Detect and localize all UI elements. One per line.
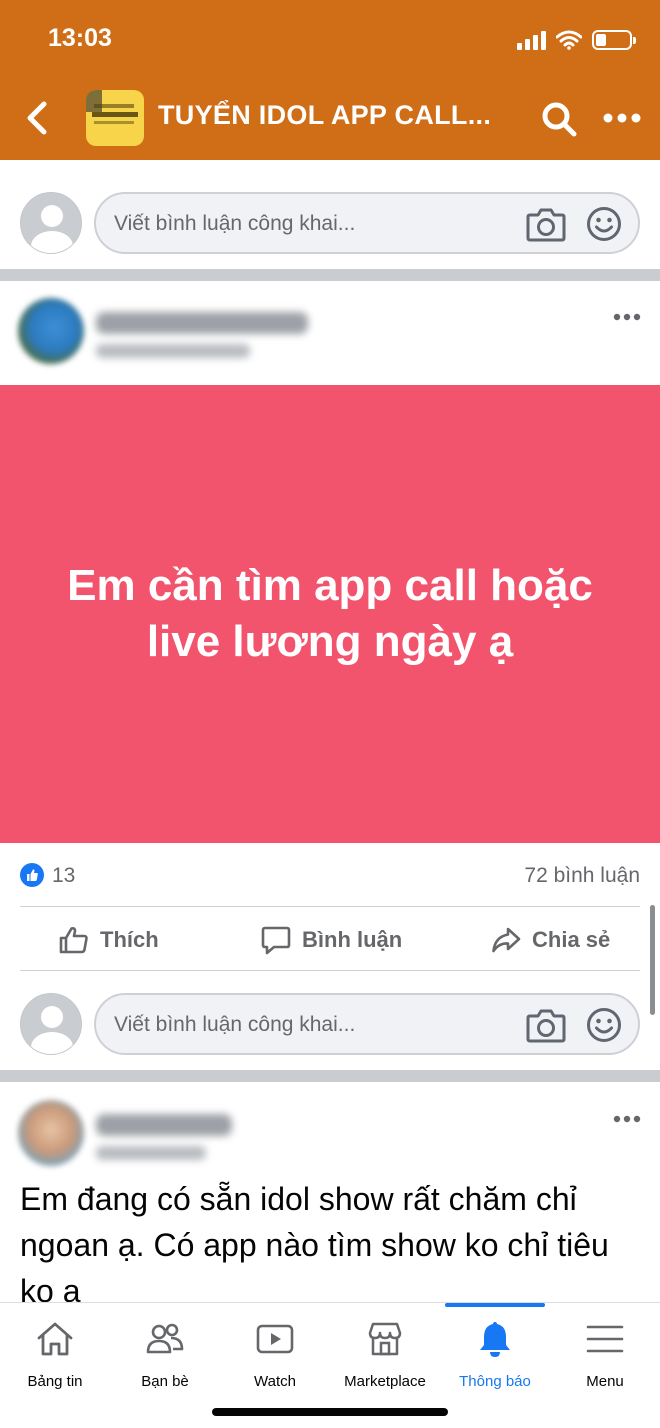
post-meta-blurred — [96, 1146, 206, 1160]
home-icon — [37, 1322, 73, 1356]
thumbs-up-icon — [59, 926, 88, 954]
battery-icon — [592, 30, 636, 50]
more-icon[interactable] — [612, 1114, 642, 1124]
divider — [20, 906, 640, 907]
tab-label: Menu — [586, 1373, 624, 1390]
avatar[interactable] — [18, 1100, 84, 1166]
comment-input[interactable]: Viết bình luận công khai... — [94, 192, 640, 254]
comment-placeholder: Viết bình luận công khai... — [114, 212, 356, 235]
tab-label: Marketplace — [344, 1373, 426, 1390]
tab-friends[interactable]: Bạn bè — [110, 1315, 220, 1395]
tab-watch[interactable]: Watch — [220, 1315, 330, 1395]
active-tab-indicator — [445, 1303, 545, 1307]
emoji-icon[interactable] — [586, 1007, 622, 1043]
like-count[interactable]: 13 — [52, 864, 75, 888]
friends-icon — [146, 1323, 184, 1354]
more-options-button[interactable] — [600, 110, 644, 126]
comment-composer: Viết bình luận công khai... — [0, 192, 660, 270]
app-header: 13:03 TUYỂN IDOL APP CALL... — [0, 0, 660, 160]
chevron-left-icon — [27, 101, 47, 135]
tab-menu[interactable]: Menu — [550, 1315, 660, 1395]
watch-icon — [256, 1324, 294, 1354]
camera-icon[interactable] — [526, 206, 566, 242]
home-indicator — [212, 1408, 448, 1416]
status-time: 13:03 — [48, 24, 112, 52]
like-reaction-icon[interactable] — [20, 863, 44, 887]
tab-notifications[interactable]: Thông báo — [440, 1315, 550, 1395]
avatar — [20, 192, 82, 254]
author-name-blurred[interactable] — [96, 1114, 232, 1136]
author-name-blurred[interactable] — [96, 312, 308, 334]
feed-divider — [0, 1070, 660, 1082]
more-icon[interactable] — [612, 312, 642, 322]
share-label: Chia sẻ — [532, 927, 611, 952]
share-icon — [492, 927, 521, 953]
more-icon — [603, 113, 641, 123]
tab-news-feed[interactable]: Bảng tin — [0, 1315, 110, 1395]
like-button[interactable]: Thích — [58, 910, 159, 970]
comment-composer: Viết bình luận công khai... — [0, 993, 660, 1071]
search-button[interactable] — [540, 100, 578, 138]
emoji-icon[interactable] — [586, 206, 622, 242]
tab-label: Thông báo — [459, 1373, 531, 1390]
signal-icon — [517, 30, 546, 50]
comment-input[interactable]: Viết bình luận công khai... — [94, 993, 640, 1055]
divider — [20, 970, 640, 971]
avatar[interactable] — [18, 298, 84, 364]
wifi-icon — [556, 30, 582, 50]
comment-icon — [261, 926, 291, 955]
marketplace-icon — [368, 1322, 402, 1356]
comment-placeholder: Viết bình luận công khai... — [114, 1013, 356, 1036]
post-actions: Thích Bình luận Chia sẻ — [0, 910, 660, 970]
post-header — [0, 298, 660, 398]
group-logo[interactable] — [86, 90, 144, 146]
group-title[interactable]: TUYỂN IDOL APP CALL... — [158, 100, 491, 131]
post-text: Em cần tìm app call hoặc live lương ngày… — [67, 561, 593, 666]
avatar — [20, 993, 82, 1055]
comment-label: Bình luận — [302, 927, 403, 952]
tab-label: Bạn bè — [141, 1373, 189, 1390]
tab-label: Watch — [254, 1373, 296, 1390]
menu-icon — [586, 1325, 624, 1353]
back-button[interactable] — [18, 96, 58, 140]
status-icons — [517, 27, 636, 53]
post-text: Em đang có sẵn idol show rất chăm chỉ ng… — [20, 1181, 609, 1309]
search-icon — [542, 102, 577, 137]
colored-text-post: Em cần tìm app call hoặc live lương ngày… — [0, 385, 660, 843]
camera-icon[interactable] — [526, 1007, 566, 1043]
comment-button[interactable]: Bình luận — [260, 910, 402, 970]
tab-label: Bảng tin — [27, 1373, 83, 1390]
reaction-bar: 13 72 bình luận — [0, 858, 660, 894]
share-button[interactable]: Chia sẻ — [490, 910, 610, 970]
like-label: Thích — [100, 927, 159, 952]
feed-divider — [0, 269, 660, 281]
tab-marketplace[interactable]: Marketplace — [330, 1315, 440, 1395]
bell-icon — [480, 1322, 510, 1357]
post-meta-blurred — [96, 344, 250, 358]
comment-count[interactable]: 72 bình luận — [524, 864, 640, 888]
